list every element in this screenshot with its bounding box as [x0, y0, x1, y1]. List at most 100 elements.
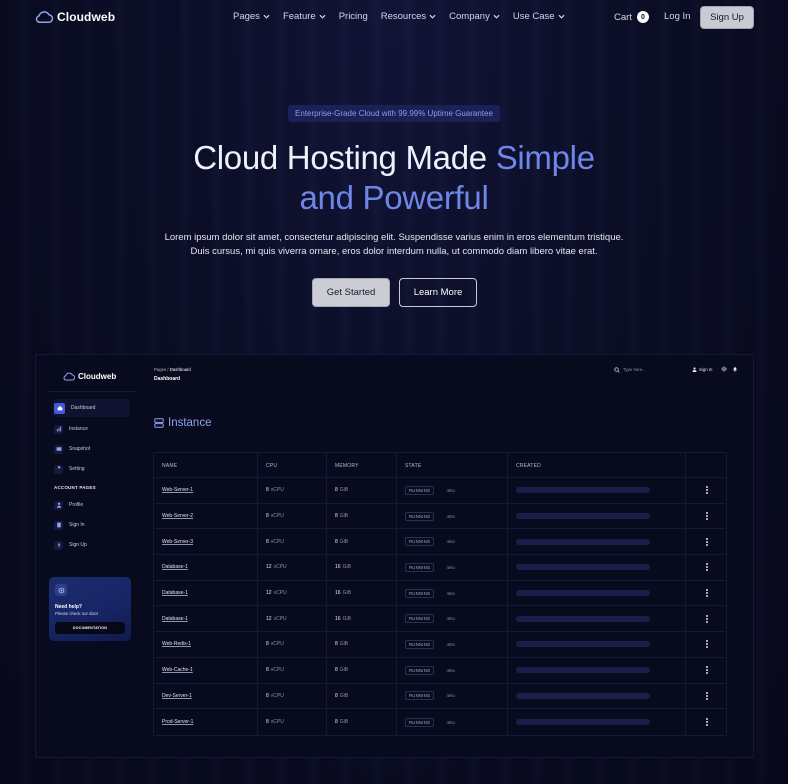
nav-link-company[interactable]: Company	[449, 11, 500, 22]
breadcrumb-current: Dashboard	[169, 367, 191, 372]
search-input[interactable]: Type here...	[614, 364, 682, 375]
learn-more-button[interactable]: Learn More	[399, 278, 477, 307]
nav-link-pricing[interactable]: Pricing	[339, 11, 368, 22]
sidebar-item-profile[interactable]: Profile	[53, 496, 130, 514]
sidebar-item-instance[interactable]: Instance	[53, 420, 130, 438]
uptime-text: 4mo	[446, 487, 455, 493]
status-badge: RUNNING	[405, 511, 435, 521]
sidebar-item-dashboard[interactable]: Dashboard	[53, 399, 130, 417]
more-options-icon[interactable]	[706, 640, 708, 649]
help-subtitle: Please check our docs	[55, 611, 99, 616]
instance-name-link[interactable]: Web-Server-1	[162, 487, 193, 493]
more-options-icon[interactable]	[706, 666, 708, 675]
hero-badge: Enterprise-Grade Cloud with 99.99% Uptim…	[288, 105, 500, 122]
help-title: Need help?	[55, 604, 82, 610]
gear-icon[interactable]	[721, 366, 727, 372]
instance-name-link[interactable]: Web-Server-2	[162, 513, 193, 519]
nav-link-label: Feature	[282, 11, 316, 22]
cpu-cell: 8 vCPU	[258, 709, 327, 735]
cpu-unit: vCPU	[270, 692, 284, 699]
nav-link-use-case[interactable]: Use Case	[513, 11, 565, 22]
more-options-icon[interactable]	[706, 512, 708, 521]
column-header: STATE	[397, 453, 508, 478]
nav-link-feature[interactable]: Feature	[283, 11, 326, 22]
sidebar-item-setting[interactable]: Setting	[53, 460, 130, 478]
breadcrumb: Pages / Dashboard	[154, 367, 191, 372]
instance-name-link[interactable]: Web-Server-3	[162, 539, 193, 545]
breadcrumb-root[interactable]: Pages	[154, 367, 166, 372]
instance-name-link[interactable]: Database-1	[162, 564, 188, 570]
created-placeholder-bar	[516, 487, 650, 494]
instance-name-link[interactable]: Database-1	[162, 590, 188, 596]
search-icon	[614, 366, 620, 373]
signup-button[interactable]: Sign Up	[700, 6, 754, 29]
nav-link-resources[interactable]: Resources	[381, 11, 436, 22]
dashboard-brand-logo[interactable]: Cloudweb	[63, 372, 116, 381]
top-navigation: Cloudweb Pages Feature Pricing Resources Com…	[0, 0, 788, 34]
status-badge: RUNNING	[405, 639, 435, 649]
sidebar-divider	[48, 391, 136, 392]
state-cell: RUNNING 4mo	[397, 580, 508, 606]
nav-link-pages[interactable]: Pages	[233, 11, 270, 22]
documentation-button[interactable]: DOCUMENTATION	[55, 622, 125, 634]
brand-name: Cloudweb	[57, 10, 116, 24]
hero-description: Lorem ipsum dolor sit amet, consectetur …	[164, 232, 624, 257]
more-options-icon[interactable]	[706, 563, 708, 572]
cpu-unit: vCPU	[270, 667, 284, 674]
more-options-icon[interactable]	[706, 614, 708, 623]
hero-title-plain: Cloud Hosting Made	[193, 139, 496, 176]
sidebar-item-label: Setting	[69, 466, 85, 472]
status-badge: RUNNING	[405, 614, 435, 624]
cpu-value: 8	[266, 667, 269, 674]
instance-name-link[interactable]: Dev-Server-1	[162, 693, 192, 699]
memory-unit: GiB	[342, 564, 351, 571]
name-cell: Database-1	[154, 606, 258, 632]
state-cell: RUNNING 4mo	[397, 657, 508, 683]
column-header	[686, 453, 728, 478]
instance-name-link[interactable]: Web-Cache-1	[162, 667, 193, 673]
table-row: Web-Server-2 8 vCPU 8 GiB RUNNING 4mo	[154, 503, 728, 530]
more-options-icon[interactable]	[706, 537, 708, 546]
login-link[interactable]: Log In	[664, 11, 690, 22]
created-placeholder-bar	[516, 667, 650, 674]
uptime-text: 4mo	[446, 616, 455, 622]
topbar-signin-link[interactable]: Sign In	[692, 367, 712, 372]
nav-link-label: Pricing	[338, 11, 368, 22]
instance-name-link[interactable]: Web-Redis-1	[162, 641, 191, 647]
sidebar-item-sign-in[interactable]: Sign In	[53, 516, 130, 534]
memory-unit: GiB	[339, 487, 349, 494]
actions-cell	[686, 709, 728, 735]
more-options-icon[interactable]	[706, 486, 708, 495]
cart-link[interactable]: Cart 0	[614, 11, 649, 23]
actions-cell	[686, 581, 728, 606]
sidebar-item-sign-up[interactable]: Sign Up	[53, 536, 130, 554]
name-cell: Web-Cache-1	[154, 657, 258, 683]
status-badge: RUNNING	[405, 485, 435, 495]
uptime-text: 4mo	[446, 693, 455, 699]
column-header: MEMORY	[327, 453, 397, 478]
memory-value: 16	[335, 615, 341, 622]
bell-icon[interactable]	[732, 366, 738, 372]
memory-value: 8	[335, 667, 338, 674]
state-cell: RUNNING 4mo	[397, 478, 508, 503]
more-options-icon[interactable]	[706, 589, 708, 598]
sidebar-item-snapshot[interactable]: Snapshot	[53, 440, 130, 458]
cpu-unit: vCPU	[270, 538, 284, 545]
memory-unit: GiB	[339, 667, 349, 674]
table-row: Prod-Server-1 8 vCPU 8 GiB RUNNING 4mo	[154, 709, 726, 735]
instance-name-link[interactable]: Prod-Server-1	[162, 719, 193, 725]
server-icon	[154, 418, 164, 428]
cpu-cell: 12 vCPU	[258, 555, 327, 580]
get-started-button[interactable]: Get Started	[312, 278, 390, 307]
actions-cell	[686, 504, 728, 529]
more-options-icon[interactable]	[706, 691, 708, 700]
status-badge: RUNNING	[405, 588, 435, 598]
rocket-icon	[54, 540, 63, 550]
more-options-icon[interactable]	[706, 718, 708, 727]
sidebar-item-label: Sign In	[69, 522, 85, 528]
table-row: Dev-Server-1 8 vCPU 8 GiB RUNNING 4mo	[154, 683, 726, 710]
brand-logo[interactable]: Cloudweb	[35, 10, 115, 24]
instance-name-link[interactable]: Database-1	[162, 616, 188, 622]
chevron-down-icon	[558, 14, 565, 19]
cpu-cell: 8 vCPU	[258, 478, 327, 503]
